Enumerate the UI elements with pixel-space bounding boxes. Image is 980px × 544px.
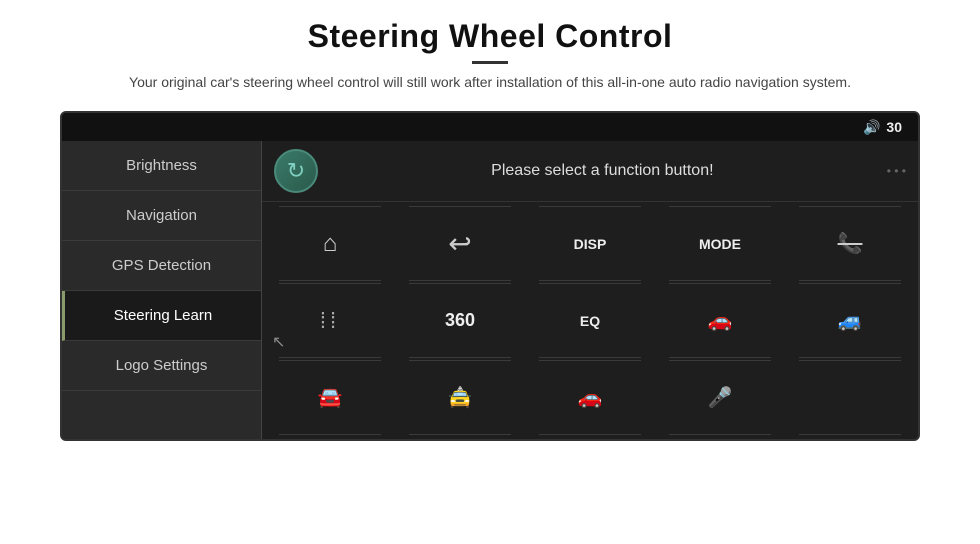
title-divider — [472, 61, 508, 64]
grid-cell-eq[interactable]: EQ — [526, 283, 654, 358]
car-side-icon: 🚙 — [838, 308, 863, 333]
button-grid: ⌂ ↩ DISP MODE 📞 ⁞ — [262, 202, 918, 439]
grid-cell-car3[interactable]: 🚘 — [266, 360, 394, 435]
mic-icon: 🎤 — [708, 385, 733, 410]
grid-cell-car-icon-2[interactable]: 🚙 — [786, 283, 914, 358]
eq-sliders-icon: ⁞⁞ — [320, 308, 340, 334]
grid-cell-eq-sliders[interactable]: ⁞⁞ ↖ — [266, 283, 394, 358]
main-content: Brightness Navigation GPS Detection Stee… — [62, 141, 918, 439]
grid-cell-phone-off[interactable]: 📞 — [786, 206, 914, 281]
panel-top: ↻ Please select a function button! • • • — [262, 141, 918, 202]
page-wrapper: Steering Wheel Control Your original car… — [0, 0, 980, 544]
sidebar-item-logo[interactable]: Logo Settings — [62, 341, 261, 391]
subtitle: Your original car's steering wheel contr… — [129, 72, 851, 93]
cursor-icon: ↖ — [272, 332, 285, 352]
car-rear-icon: 🚖 — [448, 385, 473, 410]
grid-cell-empty — [786, 360, 914, 435]
grid-cell-mic[interactable]: 🎤 — [656, 360, 784, 435]
car-front-icon: 🚘 — [318, 385, 343, 410]
car-dash-icon: 🚗 — [708, 308, 733, 333]
sidebar-item-brightness[interactable]: Brightness — [62, 141, 261, 191]
sidebar-item-gps[interactable]: GPS Detection — [62, 241, 261, 291]
mode-label: MODE — [699, 236, 741, 252]
status-bar: 🔊 30 — [62, 113, 918, 141]
grid-cell-car5[interactable]: 🚗 — [526, 360, 654, 435]
grid-cell-back[interactable]: ↩ — [396, 206, 524, 281]
dots-indicator: • • • — [887, 164, 906, 178]
volume-icon: 🔊 — [863, 119, 880, 136]
grid-cell-mode[interactable]: MODE — [656, 206, 784, 281]
device-frame: 🔊 30 Brightness Navigation GPS Detection… — [60, 111, 920, 441]
volume-value: 30 — [886, 119, 902, 135]
grid-cell-car-icon-1[interactable]: 🚗 — [656, 283, 784, 358]
grid-cell-home[interactable]: ⌂ — [266, 206, 394, 281]
back-icon: ↩ — [448, 227, 471, 260]
refresh-icon: ↻ — [287, 158, 305, 184]
home-icon: ⌂ — [323, 230, 338, 258]
select-message: Please select a function button! — [330, 162, 875, 180]
phone-off-icon: 📞 — [838, 231, 863, 256]
page-title: Steering Wheel Control — [129, 18, 851, 55]
eq-label: EQ — [580, 313, 600, 329]
grid-cell-360[interactable]: 360 — [396, 283, 524, 358]
grid-cell-disp[interactable]: DISP — [526, 206, 654, 281]
refresh-button[interactable]: ↻ — [274, 149, 318, 193]
sidebar: Brightness Navigation GPS Detection Stee… — [62, 141, 262, 439]
360-label: 360 — [445, 310, 475, 331]
sidebar-item-navigation[interactable]: Navigation — [62, 191, 261, 241]
sidebar-item-steering[interactable]: Steering Learn — [62, 291, 261, 341]
car-top-icon: 🚗 — [578, 385, 603, 410]
disp-label: DISP — [574, 236, 607, 252]
main-panel: ↻ Please select a function button! • • •… — [262, 141, 918, 439]
grid-cell-car4[interactable]: 🚖 — [396, 360, 524, 435]
title-section: Steering Wheel Control Your original car… — [129, 18, 851, 93]
